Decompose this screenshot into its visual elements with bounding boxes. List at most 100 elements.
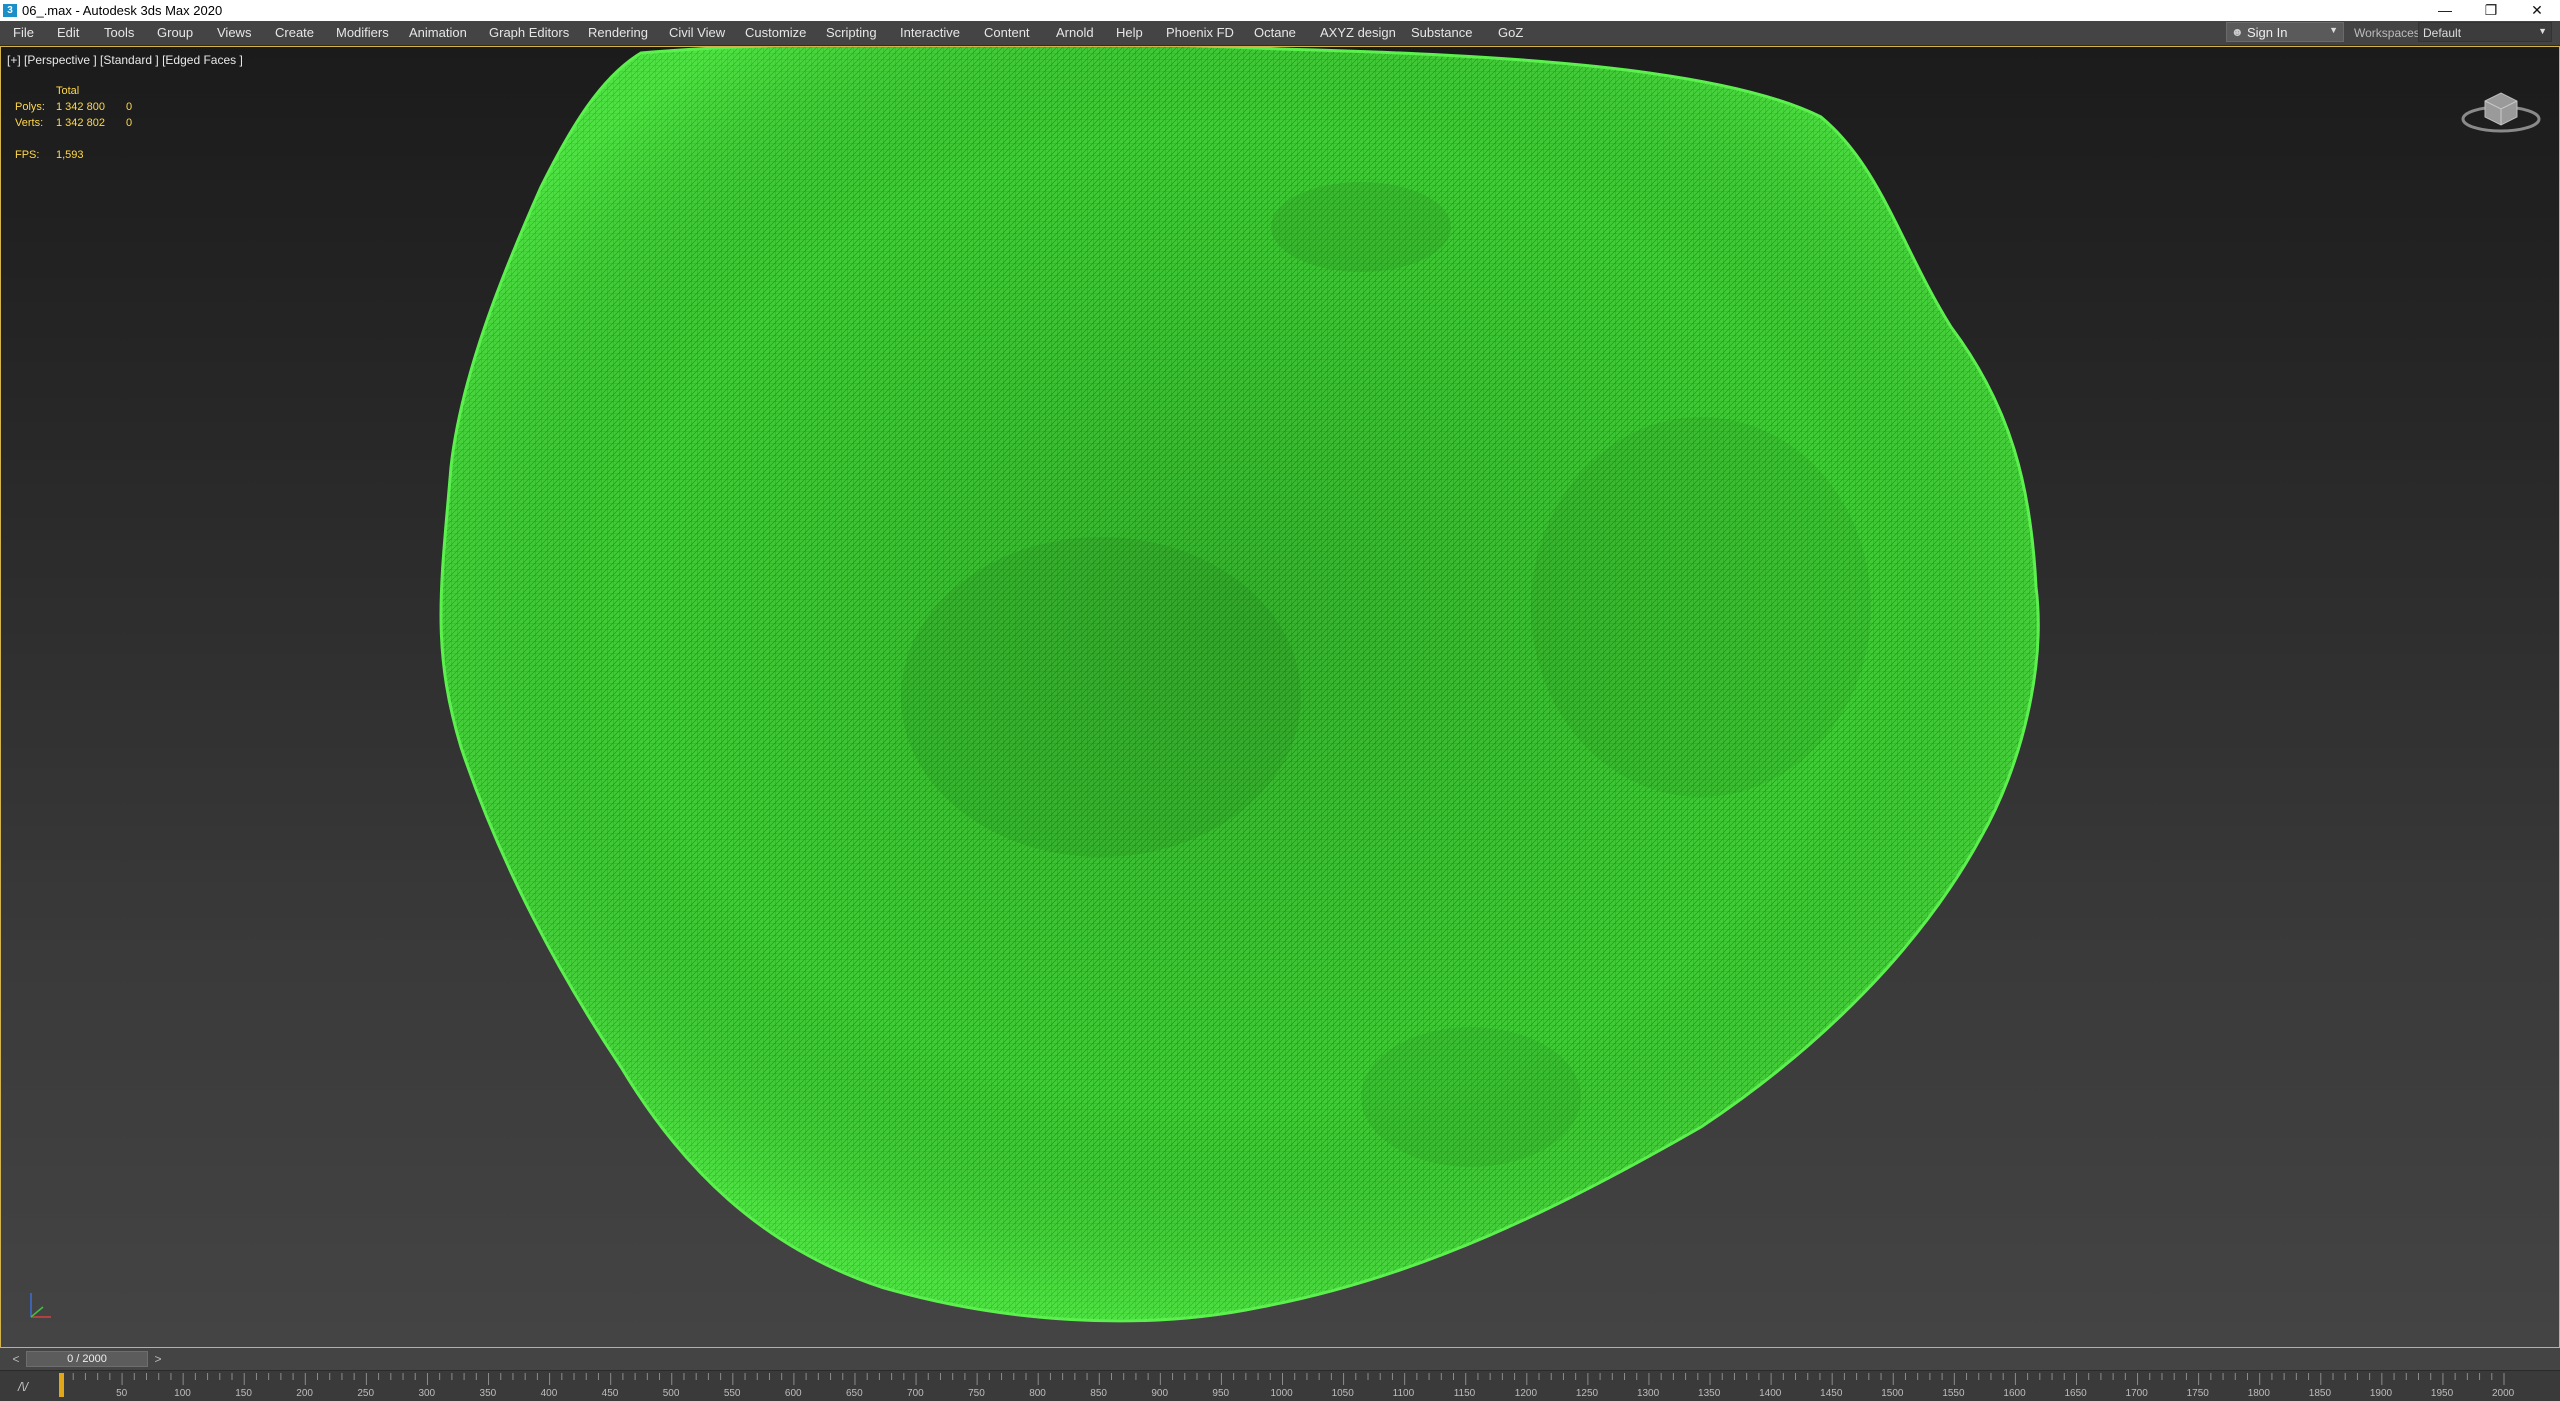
track-tick-label: 950 bbox=[1212, 1388, 1230, 1399]
time-slider[interactable]: 0 / 2000 bbox=[26, 1351, 148, 1367]
track-tick-label: 450 bbox=[601, 1388, 619, 1399]
track-tick-label: 350 bbox=[479, 1388, 497, 1399]
track-tick-label: 1450 bbox=[1820, 1388, 1843, 1399]
menu-content[interactable]: Content bbox=[984, 25, 1030, 40]
track-tick-label: 1750 bbox=[2186, 1388, 2209, 1399]
track-tick-label: 50 bbox=[116, 1388, 128, 1399]
perspective-viewport[interactable]: [+] [Perspective ] [Standard ] [Edged Fa… bbox=[0, 46, 2560, 1348]
3dsmax-app-icon: 3 bbox=[3, 4, 17, 17]
menu-arnold[interactable]: Arnold bbox=[1056, 25, 1094, 40]
track-tick-label: 1000 bbox=[1270, 1388, 1293, 1399]
stats-verts-value: 1 342 802 bbox=[56, 117, 105, 129]
stats-polys-label: Polys: bbox=[15, 101, 45, 113]
minimize-button[interactable]: — bbox=[2422, 0, 2468, 21]
sign-in-label: Sign In bbox=[2247, 25, 2288, 40]
track-tick-label: 1600 bbox=[2003, 1388, 2026, 1399]
track-tick-label: 1050 bbox=[1331, 1388, 1354, 1399]
workspaces-select[interactable]: Default ▼ bbox=[2418, 22, 2552, 42]
track-bar[interactable]: /\/ 50 100 150 200 250 300 350 400 450 500 550 600 6… bbox=[0, 1370, 2560, 1401]
stats-polys-value: 1 342 800 bbox=[56, 101, 105, 113]
menu-group[interactable]: Group bbox=[157, 25, 193, 40]
track-tick-label: 1500 bbox=[1881, 1388, 1904, 1399]
track-tick-label: 1250 bbox=[1575, 1388, 1599, 1399]
menu-interactive[interactable]: Interactive bbox=[900, 25, 960, 40]
stats-total-label: Total bbox=[56, 85, 80, 97]
rock-depression bbox=[901, 537, 1301, 857]
track-tick-label: 150 bbox=[235, 1388, 252, 1399]
restore-button[interactable]: ❐ bbox=[2468, 0, 2514, 21]
viewcube-icon[interactable] bbox=[2459, 79, 2543, 135]
track-tick-label: 550 bbox=[723, 1388, 741, 1399]
track-tick-label: 1400 bbox=[1759, 1388, 1782, 1399]
menu-file[interactable]: File bbox=[13, 25, 34, 40]
track-tick-label: 1950 bbox=[2430, 1388, 2454, 1399]
stats-polys-selected: 0 bbox=[126, 101, 133, 113]
axis-tripod-icon bbox=[30, 1293, 51, 1318]
menu-help[interactable]: Help bbox=[1116, 25, 1143, 40]
menu-views[interactable]: Views bbox=[217, 25, 251, 40]
menu-tools[interactable]: Tools bbox=[104, 25, 134, 40]
sign-in-dropdown[interactable]: ☻ Sign In ▼ bbox=[2226, 22, 2344, 42]
time-next-button[interactable]: > bbox=[150, 1351, 166, 1367]
menu-modifiers[interactable]: Modifiers bbox=[336, 25, 389, 40]
track-tick-label: 1550 bbox=[1942, 1388, 1965, 1399]
stats-fps-value: 1,593 bbox=[56, 149, 84, 161]
track-tick-label: 250 bbox=[357, 1388, 375, 1399]
window-title: 06_.max - Autodesk 3ds Max 2020 bbox=[22, 3, 223, 18]
track-tick-label: 1800 bbox=[2247, 1388, 2270, 1399]
menu-civil-view[interactable]: Civil View bbox=[669, 25, 725, 40]
chevron-down-icon: ▼ bbox=[2538, 26, 2547, 36]
track-tick-label: 800 bbox=[1029, 1388, 1046, 1399]
rock-mesh[interactable] bbox=[1, 47, 2559, 1347]
menu-customize[interactable]: Customize bbox=[745, 25, 806, 40]
viewport-label[interactable]: [+] [Perspective ] [Standard ] [Edged Fa… bbox=[7, 53, 243, 67]
menu-goz[interactable]: GoZ bbox=[1498, 25, 1523, 40]
track-tick-label: 100 bbox=[174, 1388, 191, 1399]
track-tick-label: 300 bbox=[418, 1388, 436, 1399]
stats-verts-label: Verts: bbox=[15, 117, 44, 129]
menu-rendering[interactable]: Rendering bbox=[588, 25, 648, 40]
track-tick-label: 1200 bbox=[1514, 1388, 1538, 1399]
menu-edit[interactable]: Edit bbox=[57, 25, 79, 40]
time-slider-bar: < 0 / 2000 > bbox=[0, 1348, 2560, 1370]
user-icon: ☻ bbox=[2231, 25, 2244, 39]
track-tick-label: 850 bbox=[1090, 1388, 1107, 1399]
rock-crater bbox=[1271, 182, 1451, 272]
track-tick-label: 1100 bbox=[1392, 1388, 1415, 1399]
menu-graph-editors[interactable]: Graph Editors bbox=[489, 25, 569, 40]
track-tick-label: 900 bbox=[1151, 1388, 1169, 1399]
track-tick-label: 650 bbox=[845, 1388, 863, 1399]
track-tick-label: 500 bbox=[662, 1388, 680, 1399]
time-prev-button[interactable]: < bbox=[8, 1351, 24, 1367]
menu-axyz-design[interactable]: AXYZ design bbox=[1320, 25, 1396, 40]
title-bar: 3 06_.max - Autodesk 3ds Max 2020 — ❐ ✕ bbox=[0, 0, 2560, 21]
track-tick-label: 750 bbox=[968, 1388, 985, 1399]
track-tick-label: 1700 bbox=[2125, 1388, 2148, 1399]
menu-bar: File Edit Tools Group Views Create Modif… bbox=[0, 21, 2560, 46]
track-tick-label: 1650 bbox=[2064, 1388, 2087, 1399]
track-tick-label: 1900 bbox=[2369, 1388, 2393, 1399]
menu-phoenix-fd[interactable]: Phoenix FD bbox=[1166, 25, 1234, 40]
stats-verts-selected: 0 bbox=[126, 117, 133, 129]
track-tick-label: 200 bbox=[296, 1388, 313, 1399]
track-tick-label: 1850 bbox=[2308, 1388, 2332, 1399]
close-button[interactable]: ✕ bbox=[2514, 0, 2560, 21]
menu-scripting[interactable]: Scripting bbox=[826, 25, 877, 40]
time-playhead[interactable] bbox=[59, 1373, 64, 1397]
chevron-down-icon: ▼ bbox=[2329, 25, 2338, 35]
track-tick-label: 1150 bbox=[1453, 1388, 1476, 1399]
track-tick-label: 400 bbox=[540, 1388, 558, 1399]
track-tick-label: 1350 bbox=[1698, 1388, 1721, 1399]
menu-substance[interactable]: Substance bbox=[1411, 25, 1472, 40]
track-tick-label: 2000 bbox=[2492, 1388, 2515, 1399]
workspaces-label: Workspaces: bbox=[2354, 26, 2424, 40]
menu-octane[interactable]: Octane bbox=[1254, 25, 1296, 40]
track-tick-label: 700 bbox=[907, 1388, 924, 1399]
menu-create[interactable]: Create bbox=[275, 25, 314, 40]
menu-animation[interactable]: Animation bbox=[409, 25, 467, 40]
track-tick-label: 1300 bbox=[1636, 1388, 1660, 1399]
rock-depression bbox=[1531, 417, 1871, 797]
workspace-value: Default bbox=[2423, 26, 2462, 40]
rock-depression bbox=[1361, 1027, 1581, 1167]
stats-fps-label: FPS: bbox=[15, 149, 40, 161]
